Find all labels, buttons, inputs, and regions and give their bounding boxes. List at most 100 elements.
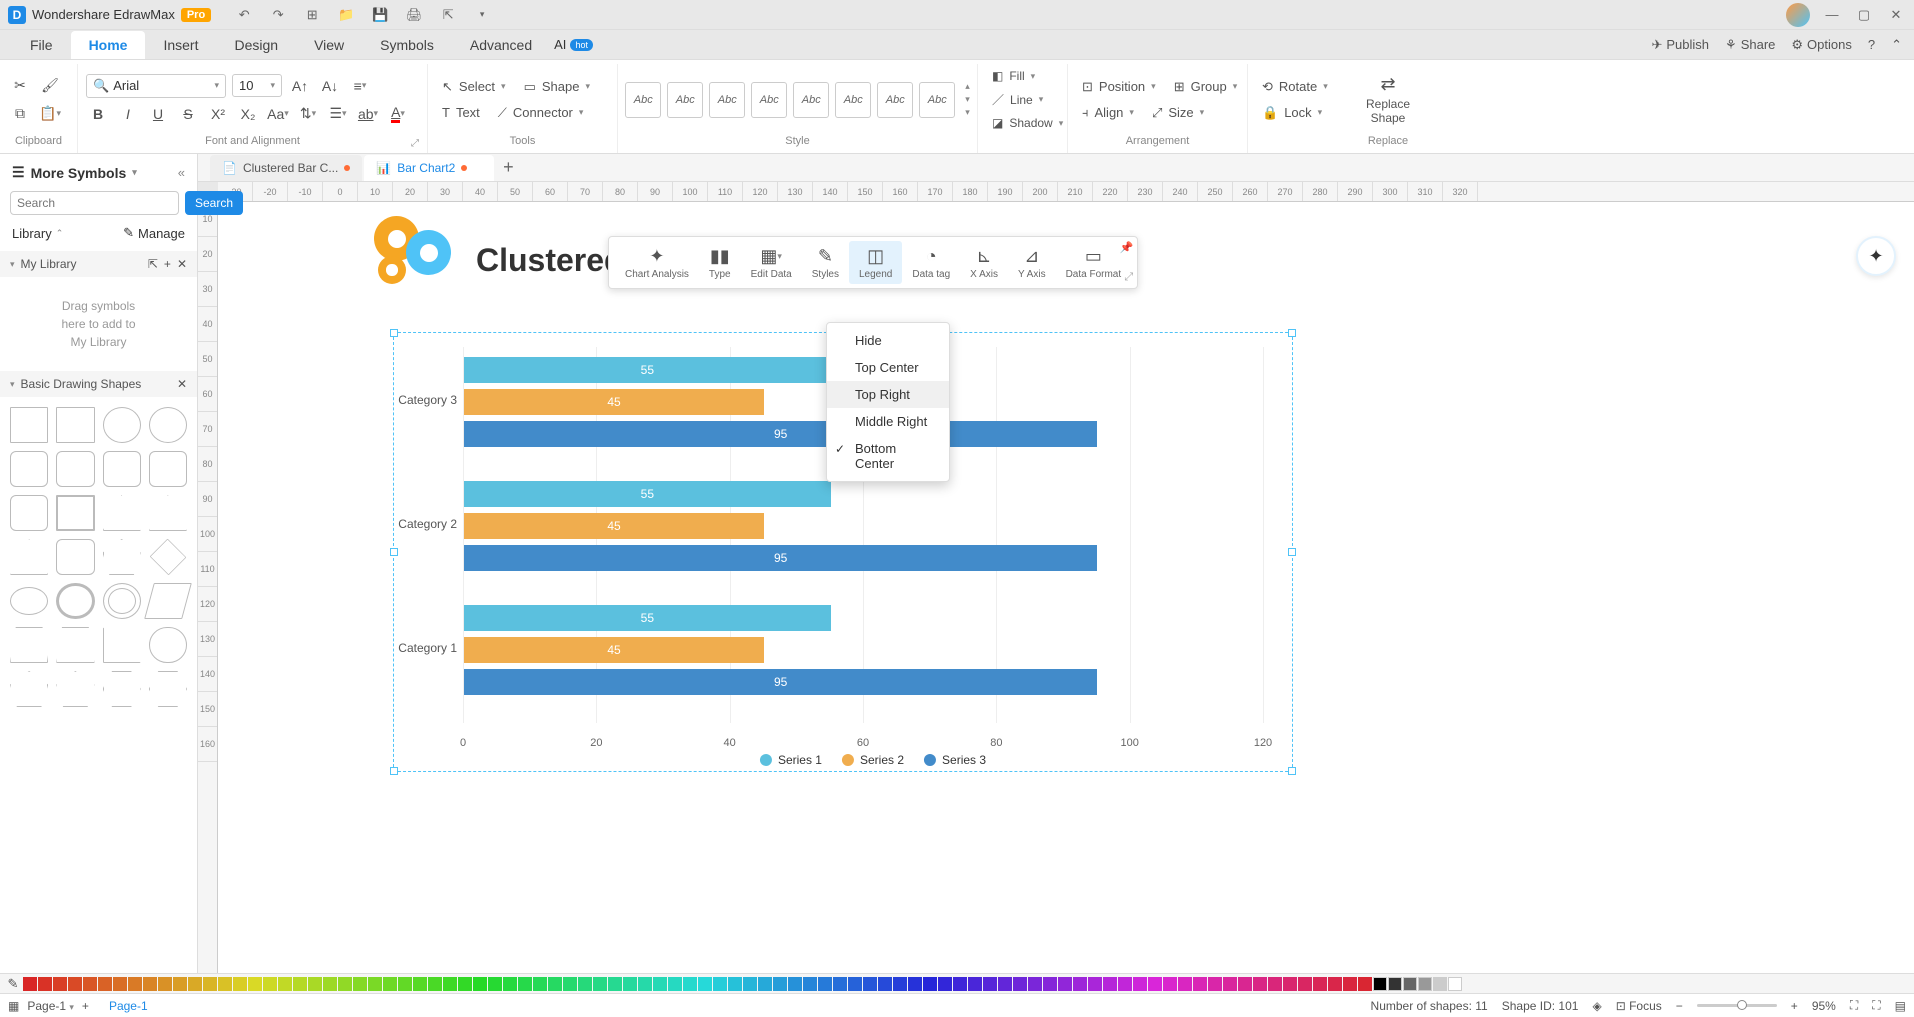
eyedropper-icon[interactable]: ✎ [4,976,22,992]
menu-advanced[interactable]: Advanced [452,31,550,59]
color-swatch[interactable] [218,977,232,991]
shape-rounded-rect[interactable] [149,451,187,487]
color-swatch[interactable] [1343,977,1357,991]
connector-tool[interactable]: ⟋Connector▾ [492,102,590,124]
color-swatch[interactable] [53,977,67,991]
color-swatch[interactable] [1403,977,1417,991]
legend-bottom-center[interactable]: ✓Bottom Center [827,435,949,477]
color-swatch[interactable] [428,977,442,991]
color-swatch[interactable] [1148,977,1162,991]
close-icon[interactable]: ✕ [1886,5,1906,25]
color-swatch[interactable] [713,977,727,991]
zoom-in-button[interactable]: + [1791,999,1798,1013]
rotate-button[interactable]: ⟲Rotate▾ [1256,76,1340,98]
close-lib-icon[interactable]: ✕ [177,257,187,271]
publish-button[interactable]: ✈Publish [1651,37,1709,53]
shape-circle[interactable] [103,407,141,443]
color-swatch[interactable] [38,977,52,991]
color-swatch[interactable] [293,977,307,991]
color-swatch[interactable] [788,977,802,991]
add-lib-icon[interactable]: + [164,257,171,271]
color-swatch[interactable] [818,977,832,991]
gallery-down-icon[interactable]: ▾ [965,94,970,105]
superscript-icon[interactable]: X² [206,102,230,126]
layers-icon[interactable]: ◈ [1592,999,1601,1013]
open-icon[interactable]: 📁 [337,6,355,24]
shape-octagon[interactable] [56,539,94,575]
color-swatch[interactable] [923,977,937,991]
color-swatch[interactable] [953,977,967,991]
color-swatch[interactable] [848,977,862,991]
lock-button[interactable]: 🔒Lock▾ [1256,102,1340,124]
color-swatch[interactable] [83,977,97,991]
color-swatch[interactable] [563,977,577,991]
color-swatch[interactable] [983,977,997,991]
panel-toggle-icon[interactable]: ▤ [1895,999,1906,1013]
color-swatch[interactable] [998,977,1012,991]
menu-symbols[interactable]: Symbols [362,31,452,59]
add-tab-button[interactable]: + [496,156,520,180]
color-swatch[interactable] [1298,977,1312,991]
color-swatch[interactable] [1313,977,1327,991]
color-swatch[interactable] [758,977,772,991]
color-swatch[interactable] [308,977,322,991]
fit-page-icon[interactable]: ⛶ [1850,998,1858,1013]
doc-tab-clustered[interactable]: 📄 Clustered Bar C... [210,155,362,181]
color-swatch[interactable] [518,977,532,991]
color-swatch[interactable] [398,977,412,991]
resize-handle[interactable] [390,548,398,556]
color-swatch[interactable] [458,977,472,991]
font-expander-icon[interactable]: ⤢ [411,138,419,149]
menu-ai[interactable]: AI hot [554,37,593,52]
shape-rectangle[interactable] [10,407,48,443]
color-swatch[interactable] [278,977,292,991]
canvas[interactable]: Clustered 📌 ⤢ ✦Chart Analysis ▮▮Type ▦▾E… [218,202,1914,973]
menu-home[interactable]: Home [71,31,146,59]
color-swatch[interactable] [173,977,187,991]
color-swatch[interactable] [1088,977,1102,991]
print-icon[interactable]: 🖨 [405,6,423,24]
style-preset[interactable]: Abc [625,82,661,118]
color-swatch[interactable] [143,977,157,991]
replace-shape-button[interactable]: ⇄ Replace Shape [1356,72,1420,128]
color-swatch[interactable] [1268,977,1282,991]
color-swatch[interactable] [1103,977,1117,991]
symbol-search-input[interactable] [10,191,179,215]
save-icon[interactable]: 💾 [371,6,389,24]
color-swatch[interactable] [233,977,247,991]
y-axis-button[interactable]: ⊿Y Axis [1008,241,1056,284]
color-swatch[interactable] [1133,977,1147,991]
case-icon[interactable]: Aa▾ [266,102,290,126]
color-swatch[interactable] [158,977,172,991]
pin-icon[interactable]: 📌 [1119,241,1133,254]
cut-icon[interactable]: ✂ [8,74,32,98]
copy-icon[interactable]: ⧉ [8,102,32,126]
menu-design[interactable]: Design [216,31,296,59]
style-preset[interactable]: Abc [835,82,871,118]
color-swatch[interactable] [1118,977,1132,991]
strike-icon[interactable]: S [176,102,200,126]
close-section-icon[interactable]: ✕ [177,377,187,391]
color-swatch[interactable] [368,977,382,991]
collapse-panel-icon[interactable]: « [178,165,185,180]
shape-hexagon[interactable] [149,671,187,707]
legend-hide[interactable]: Hide [827,327,949,354]
color-swatch[interactable] [1373,977,1387,991]
color-swatch[interactable] [383,977,397,991]
color-swatch[interactable] [878,977,892,991]
page-tab[interactable]: Page-1 [99,997,158,1015]
color-swatch[interactable] [638,977,652,991]
symbol-search-button[interactable]: Search [185,191,243,215]
color-swatch[interactable] [1388,977,1402,991]
color-swatch[interactable] [1208,977,1222,991]
group-button[interactable]: ⊞Group▾ [1168,76,1244,98]
redo-icon[interactable]: ↷ [269,6,287,24]
italic-icon[interactable]: I [116,102,140,126]
legend-middle-right[interactable]: Middle Right [827,408,949,435]
menu-file[interactable]: File [12,31,71,59]
help-icon[interactable]: ? [1868,37,1875,52]
resize-handle[interactable] [1288,767,1296,775]
shape-rounded-rect[interactable] [103,451,141,487]
color-swatch[interactable] [728,977,742,991]
shape-triangle[interactable] [10,539,48,575]
